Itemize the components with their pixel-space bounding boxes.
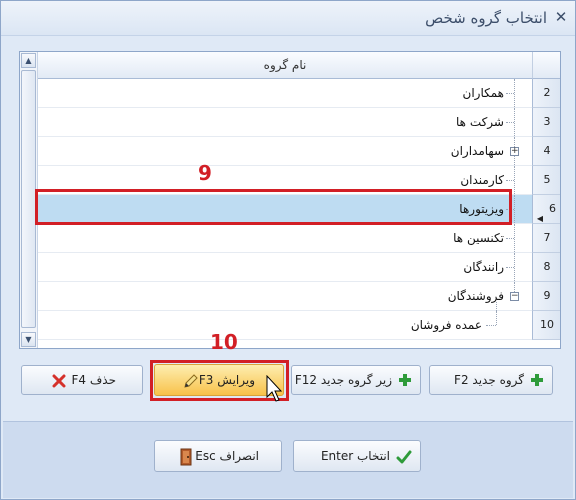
scroll-down-arrow-icon[interactable]: ▼ <box>21 332 36 347</box>
table-row[interactable]: شرکت ها 3 <box>38 108 560 137</box>
scroll-up-arrow-icon[interactable]: ▲ <box>21 53 36 68</box>
scroll-thumb[interactable] <box>21 70 36 328</box>
x-icon <box>52 374 66 388</box>
tree-line <box>496 311 497 325</box>
tree-line <box>506 180 514 181</box>
tree-line <box>506 267 514 268</box>
dialog-window: انتخاب گروه شخص ✕ ▲ ▼ نام گروه همکاران 2… <box>0 0 576 500</box>
select-label: انتخاب Enter <box>320 449 390 463</box>
callout-10: 10 <box>210 330 238 354</box>
row-number: 9 <box>532 282 560 311</box>
column-header-group-name[interactable]: نام گروه <box>38 52 532 79</box>
row-label: عمده فروشان <box>410 318 482 332</box>
window-title: انتخاب گروه شخص <box>425 9 547 27</box>
row-number: 3 <box>532 108 560 137</box>
callout-9: 9 <box>198 161 212 185</box>
check-icon <box>396 450 412 464</box>
row-number: 10 <box>532 311 560 340</box>
table-row[interactable]: رانندگان 8 <box>38 253 560 282</box>
tree-line <box>514 79 515 107</box>
mouse-cursor-icon <box>266 375 282 402</box>
table-row[interactable]: + سهامداران 4 <box>38 137 560 166</box>
row-number: 8 <box>532 253 560 282</box>
table-row[interactable]: همکاران 2 <box>38 79 560 108</box>
header-corner <box>532 52 560 79</box>
cancel-button[interactable]: انصراف Esc <box>154 440 282 472</box>
title-bar: انتخاب گروه شخص ✕ <box>1 1 575 36</box>
cancel-label: انصراف Esc <box>195 449 259 463</box>
tree-line <box>506 122 514 123</box>
row-number: 5 <box>532 166 560 195</box>
tree-line <box>506 93 514 94</box>
table-row[interactable]: تکنسین ها 7 <box>38 224 560 253</box>
row-label: کارمندان <box>460 173 504 187</box>
delete-label: حذف F4 <box>71 373 116 387</box>
new-subgroup-label: زیر گروه جدید F12 <box>294 373 392 387</box>
tree-line <box>514 195 515 223</box>
collapse-minus-icon[interactable]: − <box>510 292 519 301</box>
plus-icon <box>531 374 543 386</box>
row-cell: شرکت ها <box>38 108 532 137</box>
row-cell: − فروشندگان <box>38 282 532 311</box>
tree-line <box>514 253 515 281</box>
row-cell: تکنسین ها <box>38 224 532 253</box>
delete-button[interactable]: حذف F4 <box>21 365 143 395</box>
table-row[interactable]: − فروشندگان 9 <box>38 282 560 311</box>
table-row[interactable]: عمده فروشان 10 <box>38 311 560 340</box>
bottom-button-panel: انتخاب Enter انصراف Esc <box>3 421 573 498</box>
row-cell: همکاران <box>38 79 532 108</box>
new-group-label: گروه جدید F2 <box>454 373 524 387</box>
tree-line <box>514 224 515 252</box>
row-number: ◀ 6 <box>532 195 560 224</box>
selection-highlight-box <box>35 189 512 225</box>
row-label: همکاران <box>462 86 505 100</box>
row-cell: + سهامداران <box>38 137 532 166</box>
close-icon[interactable]: ✕ <box>553 9 569 25</box>
row-number: 7 <box>532 224 560 253</box>
row-label: رانندگان <box>463 260 504 274</box>
door-exit-icon <box>180 448 192 466</box>
tree-line <box>514 166 515 194</box>
expand-plus-icon[interactable]: + <box>510 147 519 156</box>
plus-icon <box>399 374 411 386</box>
row-label: سهامداران <box>450 144 504 158</box>
tree-line <box>506 238 514 239</box>
row-label: فروشندگان <box>447 289 504 303</box>
tree-line <box>496 302 497 311</box>
row-number: 4 <box>532 137 560 166</box>
row-label: شرکت ها <box>456 115 504 129</box>
select-button[interactable]: انتخاب Enter <box>293 440 421 472</box>
row-cell: رانندگان <box>38 253 532 282</box>
tree-line <box>486 325 496 326</box>
row-number: 2 <box>532 79 560 108</box>
row-number-text: 6 <box>549 202 556 215</box>
new-subgroup-button[interactable]: زیر گروه جدید F12 <box>291 365 421 395</box>
row-label: تکنسین ها <box>453 231 504 245</box>
new-group-button[interactable]: گروه جدید F2 <box>429 365 553 395</box>
tree-line <box>514 108 515 136</box>
row-cell: عمده فروشان <box>38 311 532 340</box>
